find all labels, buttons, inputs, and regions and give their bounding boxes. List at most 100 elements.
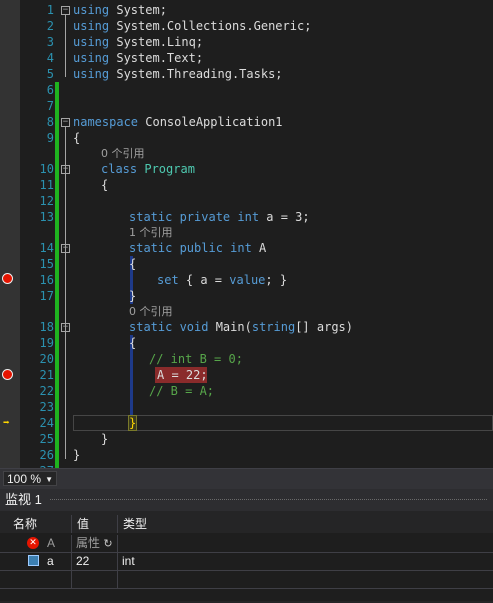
watch-panel: 监视 1 名称 值 类型 ✕ A 属性 ↻ a 22 int: [0, 489, 493, 603]
watch-value-cell: 属性 ↻: [72, 535, 118, 552]
type-name: Program: [137, 162, 195, 176]
line-number: 9: [46, 131, 54, 145]
codelens-reference[interactable]: 0 个引用: [101, 146, 145, 162]
keyword: namespace: [73, 115, 139, 129]
code-line[interactable]: using System.Linq;: [73, 34, 203, 50]
code-line[interactable]: using System.Text;: [73, 50, 203, 66]
code-text: {: [129, 336, 137, 350]
code-line[interactable]: {: [73, 130, 80, 146]
code-text: {: [73, 131, 81, 145]
breakpoint-gutter[interactable]: ➡: [0, 0, 20, 468]
breakpoint-icon[interactable]: [2, 369, 13, 380]
line-number: 8: [46, 115, 54, 129]
collapse-icon[interactable]: −: [61, 323, 70, 332]
breakpoint-icon[interactable]: [2, 273, 13, 284]
code-text: ConsoleApplication1: [138, 115, 283, 129]
watch-value-cell[interactable]: 22: [72, 553, 118, 570]
code-line[interactable]: static void Main(string[] args): [129, 319, 353, 335]
column-header-type[interactable]: 类型: [118, 515, 493, 533]
outline-guide: [65, 15, 66, 77]
line-number: 16: [39, 273, 54, 287]
codelens-reference[interactable]: 0 个引用: [129, 304, 173, 320]
code-text: {: [101, 178, 109, 192]
line-number: 11: [39, 178, 54, 192]
line-number: 4: [46, 51, 54, 65]
keyword: set: [157, 273, 179, 287]
code-text: { a =: [178, 273, 230, 287]
zoom-dropdown[interactable]: 100 % ▼: [3, 471, 57, 486]
watch-value-cell: [72, 571, 118, 588]
keyword: static private int: [129, 210, 260, 224]
line-number: 3: [46, 35, 54, 49]
code-line[interactable]: static private int a = 3;: [129, 209, 310, 225]
watch-row[interactable]: ✕ A 属性 ↻: [0, 535, 493, 553]
line-number: 15: [39, 257, 54, 271]
watch-row[interactable]: a 22 int: [0, 553, 493, 571]
collapse-icon[interactable]: −: [61, 165, 70, 174]
code-line[interactable]: static public int A: [129, 240, 266, 256]
collapse-icon[interactable]: −: [61, 118, 70, 127]
collapse-icon[interactable]: −: [61, 244, 70, 253]
code-text: }: [129, 289, 137, 303]
code-text: a = 3;: [259, 210, 310, 224]
keyword: using: [73, 35, 110, 49]
keyword: using: [73, 67, 110, 81]
codelens-reference[interactable]: 1 个引用: [129, 225, 173, 241]
code-line[interactable]: }: [101, 431, 108, 447]
collapse-icon[interactable]: −: [61, 6, 70, 15]
code-comment[interactable]: // B = A;: [149, 383, 214, 399]
code-text: [] args): [295, 320, 353, 334]
code-line[interactable]: }: [73, 447, 80, 463]
line-number: 26: [39, 448, 54, 462]
line-number: 24: [39, 416, 54, 430]
line-number: 21: [39, 368, 54, 382]
brace-highlight: }: [127, 415, 138, 431]
code-text: }: [101, 432, 109, 446]
code-line[interactable]: {: [129, 335, 136, 351]
editor-status-bar: 100 % ▼: [0, 468, 493, 489]
watch-title-text: 监视 1: [5, 492, 42, 507]
code-line[interactable]: }: [127, 415, 138, 431]
line-number: 14: [39, 241, 54, 255]
watch-name-cell: ✕ A: [0, 535, 72, 552]
code-line[interactable]: using System.Collections.Generic;: [73, 18, 311, 34]
code-line[interactable]: }: [129, 288, 136, 304]
watch-name-cell[interactable]: [0, 571, 72, 588]
code-line[interactable]: namespace ConsoleApplication1: [73, 114, 283, 130]
line-number: 2: [46, 19, 54, 33]
watch-grid: 名称 值 类型 ✕ A 属性 ↻ a 22 int: [0, 515, 493, 601]
line-number: 5: [46, 67, 54, 81]
line-number: 1: [46, 3, 54, 17]
keyword: using: [73, 3, 110, 17]
code-line[interactable]: {: [101, 177, 108, 193]
code-text: System.Threading.Tasks;: [109, 67, 283, 81]
code-text: ; }: [265, 273, 288, 287]
line-number: 6: [46, 83, 54, 97]
code-text: System.Linq;: [109, 35, 204, 49]
watch-value: 属性: [76, 536, 101, 550]
code-line[interactable]: A = 22;: [157, 367, 208, 383]
line-number: 20: [39, 352, 54, 366]
column-header-value[interactable]: 值: [72, 515, 118, 533]
code-comment[interactable]: // int B = 0;: [149, 351, 243, 367]
code-editor[interactable]: ➡ 1 2 3 4 5 6 7 8 9 10 11 12 13 14 15 16…: [0, 0, 493, 468]
line-number: 18: [39, 320, 54, 334]
watch-type-cell: int: [122, 554, 135, 568]
title-grip: [50, 499, 487, 500]
watch-row-empty[interactable]: [0, 571, 493, 589]
code-line[interactable]: class Program: [101, 161, 195, 177]
outline-guide: [65, 127, 66, 459]
field-icon: [28, 555, 39, 566]
watch-panel-title[interactable]: 监视 1: [0, 489, 493, 511]
keyword: class: [101, 162, 138, 176]
chevron-down-icon: ▼: [45, 475, 53, 484]
code-line[interactable]: set { a = value; }: [157, 272, 287, 288]
zoom-value: 100 %: [7, 472, 42, 486]
code-line[interactable]: using System;: [73, 2, 167, 18]
change-tracking-bar: [55, 82, 59, 468]
column-header-name[interactable]: 名称: [0, 515, 72, 533]
refresh-icon[interactable]: ↻: [103, 538, 112, 550]
keyword: string: [251, 320, 296, 334]
code-line[interactable]: {: [129, 256, 136, 272]
code-line[interactable]: using System.Threading.Tasks;: [73, 66, 283, 82]
